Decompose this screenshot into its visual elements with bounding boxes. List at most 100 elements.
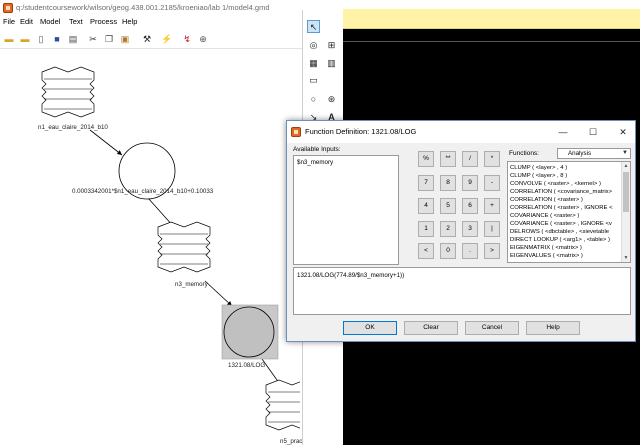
node-label-3: n3_memory — [175, 281, 208, 288]
connector-1 — [89, 129, 123, 156]
dialog-title: Function Definition: 1321.08/LOG — [305, 127, 417, 136]
toolbar: ▬ ▬ ▯ ■ ▤ ✂ ❐ ▣ ⚒ ⚡ ↯ ⊕ — [0, 29, 342, 49]
function-item[interactable]: CORRELATION ( <covariance_matrix> — [510, 189, 612, 195]
key-divide[interactable]: / — [462, 151, 478, 167]
model-graph — [41, 66, 300, 431]
function-tool-icon[interactable]: ○ — [307, 93, 320, 106]
function-definition-dialog: Function Definition: 1321.08/LOG — ☐ ✕ A… — [286, 120, 636, 342]
key-1[interactable]: 1 — [418, 221, 434, 237]
menu-help[interactable]: Help — [122, 17, 137, 26]
scalar-tool-icon[interactable]: ▭ — [307, 74, 320, 87]
node-label-1: n1_eau_claire_2014_b10 — [38, 124, 108, 131]
table-tool-icon[interactable]: ▦ — [307, 57, 320, 70]
menu-bar: File Edit Model Text Process Help — [0, 16, 342, 29]
window-title: q:/studentcoursework/wilson/geog.438.001… — [16, 3, 270, 12]
cut-icon[interactable]: ✂ — [87, 33, 99, 45]
key-7[interactable]: 7 — [418, 175, 434, 191]
available-inputs-list[interactable]: $n3_memory — [293, 155, 399, 265]
functions-category-select[interactable]: Analysis ▼ — [557, 148, 631, 159]
function-item[interactable]: EIGENMATRIX ( <matrix> ) — [510, 245, 582, 251]
key-5[interactable]: 5 — [440, 198, 456, 214]
function-item[interactable]: COVARIANCE ( <raster> , IGNORE <v — [510, 221, 612, 227]
hammer-icon[interactable]: ⚒ — [141, 33, 153, 45]
function-item[interactable]: CLUMP ( <layer> , 8 ) — [510, 173, 567, 179]
key-0[interactable]: 0 — [440, 243, 456, 259]
available-inputs-label: Available Inputs: — [293, 146, 341, 153]
new-icon[interactable]: ▯ — [35, 33, 47, 45]
functions-list[interactable]: CLUMP ( <layer> , 4 ) CLUMP ( <layer> , … — [507, 161, 631, 263]
close-icon[interactable]: ✕ — [613, 125, 633, 139]
key-greater-than[interactable]: > — [484, 243, 500, 259]
key-percent[interactable]: % — [418, 151, 434, 167]
raster-node-5 — [265, 379, 300, 431]
menu-model[interactable]: Model — [40, 17, 60, 26]
expression-text[interactable]: 1321.08/LOG(774.89/$n3_memory+1)) — [297, 272, 404, 279]
raster-tool-icon[interactable]: ◎ — [307, 39, 320, 52]
key-pipe[interactable]: | — [484, 221, 500, 237]
run-icon[interactable]: ⚡ — [161, 33, 173, 45]
minimize-icon[interactable]: — — [553, 125, 573, 139]
key-9[interactable]: 9 — [462, 175, 478, 191]
function-item[interactable]: CORRELATION ( <raster> ) — [510, 197, 583, 203]
key-multiply[interactable]: * — [484, 151, 500, 167]
bolt-icon[interactable]: ↯ — [181, 33, 193, 45]
connector-3 — [204, 280, 233, 307]
erdas-app-icon — [3, 3, 13, 13]
pointer-icon[interactable]: ↖ — [307, 20, 320, 33]
paste-icon[interactable]: ▣ — [119, 33, 131, 45]
save-icon[interactable]: ■ — [51, 33, 63, 45]
expression-editor[interactable]: 1321.08/LOG(774.89/$n3_memory+1)) — [293, 267, 631, 315]
ok-button[interactable]: OK — [343, 321, 397, 335]
functions-scrollbar[interactable]: ▲ ▼ — [621, 162, 630, 262]
key-less-than[interactable]: < — [418, 243, 434, 259]
chevron-down-icon: ▼ — [622, 150, 628, 156]
function-item[interactable]: CONVOLVE ( <raster> , <kernel> ) — [510, 181, 601, 187]
menu-edit[interactable]: Edit — [20, 17, 33, 26]
criteria-tool-icon[interactable]: ⊛ — [325, 93, 338, 106]
open-icon[interactable]: ▬ — [19, 33, 31, 45]
key-4[interactable]: 4 — [418, 198, 434, 214]
scroll-down-icon[interactable]: ▼ — [623, 254, 629, 262]
function-item[interactable]: CORRELATION ( <raster> , IGNORE < — [510, 205, 613, 211]
functions-category-value: Analysis — [568, 150, 592, 157]
input-item[interactable]: $n3_memory — [297, 159, 333, 166]
key-8[interactable]: 8 — [440, 175, 456, 191]
help-button[interactable]: Help — [526, 321, 580, 335]
function-item[interactable]: DIRECT LOOKUP ( <arg1> , <table> ) — [510, 237, 610, 243]
matrix-tool-icon[interactable]: ▥ — [325, 57, 338, 70]
key-3[interactable]: 3 — [462, 221, 478, 237]
menu-text[interactable]: Text — [69, 17, 83, 26]
maximize-icon[interactable]: ☐ — [583, 125, 603, 139]
scrollbar-thumb[interactable] — [623, 172, 629, 212]
node-label-2: 0.0003342001*$n1_eau_claire_2014_b10+0.1… — [72, 188, 214, 195]
key-6[interactable]: 6 — [462, 198, 478, 214]
key-dot[interactable]: . — [462, 243, 478, 259]
function-item[interactable]: CLUMP ( <layer> , 4 ) — [510, 165, 567, 171]
key-2[interactable]: 2 — [440, 221, 456, 237]
clear-button[interactable]: Clear — [404, 321, 458, 335]
copy-icon[interactable]: ❐ — [103, 33, 115, 45]
title-bar: q:/studentcoursework/wilson/geog.438.001… — [0, 0, 342, 16]
zoom-icon[interactable]: ⊕ — [197, 33, 209, 45]
menu-process[interactable]: Process — [90, 17, 117, 26]
scroll-up-icon[interactable]: ▲ — [623, 162, 629, 170]
function-item[interactable]: DELROWS ( <dbctable> , <sievetable — [510, 229, 609, 235]
function-node-4 — [223, 306, 275, 358]
key-plus[interactable]: + — [484, 198, 500, 214]
function-item[interactable]: COVARIANCE ( <raster> ) — [510, 213, 579, 219]
print-icon[interactable]: ▤ — [67, 33, 79, 45]
background-yellow-bar — [343, 9, 640, 29]
key-minus[interactable]: - — [484, 175, 500, 191]
node-label-4: 1321.08/LOG — [228, 362, 266, 369]
vector-tool-icon[interactable]: ⊞ — [325, 39, 338, 52]
function-item[interactable]: EIGENVALUES ( <matrix> ) — [510, 253, 583, 259]
cancel-button[interactable]: Cancel — [465, 321, 519, 335]
functions-label: Functions: — [509, 150, 539, 157]
key-power[interactable]: ** — [440, 151, 456, 167]
dialog-title-bar: Function Definition: 1321.08/LOG — ☐ ✕ — [287, 121, 635, 143]
model-canvas[interactable]: n1_eau_claire_2014_b10 0.0003342001*$n1_… — [0, 49, 312, 445]
menu-file[interactable]: File — [3, 17, 15, 26]
raster-node-1 — [41, 66, 95, 118]
folder-open-icon[interactable]: ▬ — [3, 33, 15, 45]
dialog-app-icon — [291, 127, 301, 137]
